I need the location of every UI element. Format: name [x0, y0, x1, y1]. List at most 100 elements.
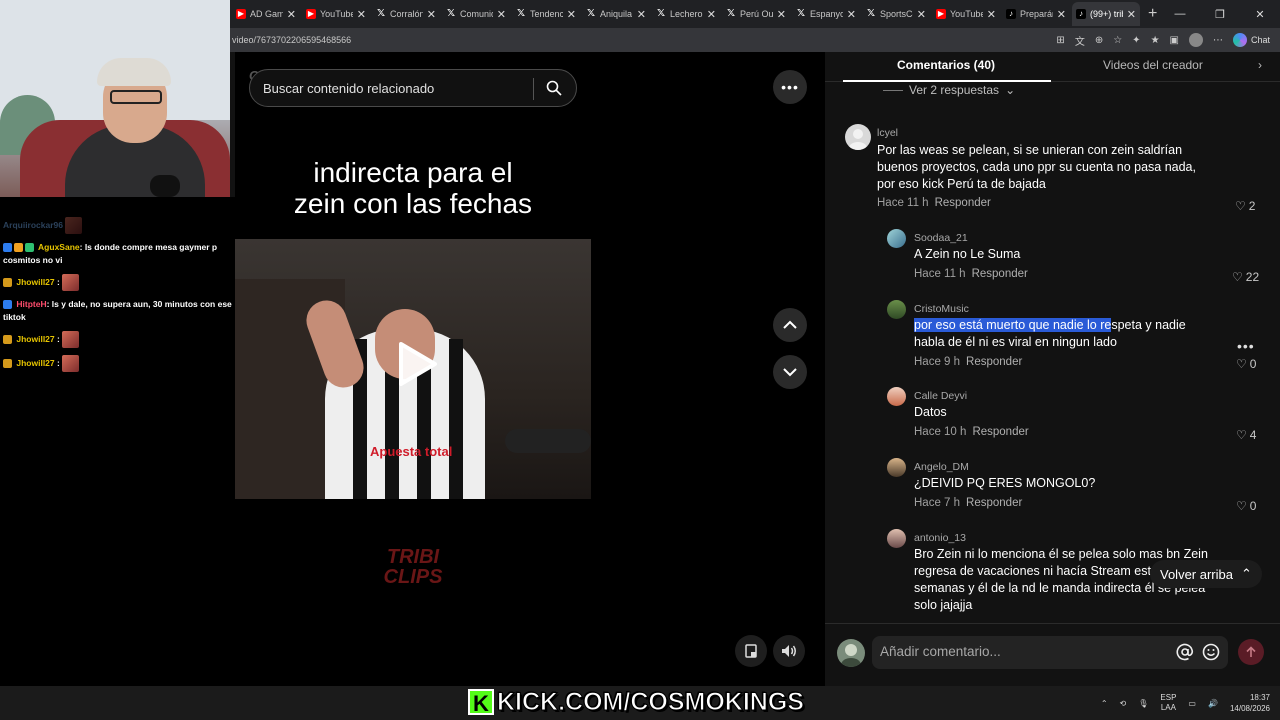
window-controls: — ❐ ✕	[1160, 0, 1280, 28]
close-icon[interactable]: ✕	[987, 8, 996, 21]
badge-icon	[3, 300, 12, 310]
comment-username[interactable]: Calle Deyvi	[914, 390, 967, 402]
browser-tab[interactable]: 𝕏 Perú Out ✕	[722, 2, 790, 26]
close-icon[interactable]: ✕	[357, 8, 366, 21]
comment-input[interactable]: Añadir comentario...	[872, 636, 1228, 669]
comment-username[interactable]: CristoMusic	[914, 303, 969, 315]
close-icon[interactable]: ✕	[847, 8, 856, 21]
close-icon[interactable]: ✕	[707, 8, 716, 21]
install-app-icon[interactable]: ⊞	[1056, 35, 1064, 46]
comment-username[interactable]: Soodaa_21	[914, 232, 968, 244]
tribi-clips-watermark: TRIBI CLIPS	[383, 546, 443, 588]
close-icon[interactable]: ✕	[287, 8, 296, 21]
x-icon: 𝕏	[796, 8, 806, 19]
close-icon[interactable]: ✕	[427, 8, 436, 21]
avatar[interactable]	[845, 124, 871, 150]
avatar[interactable]	[887, 387, 906, 406]
send-comment-button[interactable]	[1238, 639, 1264, 665]
like-button[interactable]: ♡ 4	[1236, 428, 1256, 442]
avatar[interactable]	[887, 229, 906, 248]
translate-icon[interactable]: 文	[1075, 33, 1085, 48]
clock[interactable]: 18:37 14/08/2026	[1230, 692, 1270, 714]
back-to-top-button[interactable]: Volver arriba ⌃	[1150, 560, 1262, 588]
search-icon[interactable]	[546, 80, 562, 96]
close-icon[interactable]: ✕	[497, 8, 506, 21]
chevron-up-icon[interactable]: ⌃	[1101, 699, 1108, 708]
restore-icon[interactable]: ❐	[1200, 8, 1240, 21]
mention-icon[interactable]	[1176, 643, 1194, 661]
browser-tab[interactable]: 𝕏 Espanyo ✕	[792, 2, 860, 26]
browser-tab[interactable]: ▶ YouTube ✕	[932, 2, 1000, 26]
comment-username[interactable]: Angelo_DM	[914, 461, 969, 473]
comment-username[interactable]: antonio_13	[914, 532, 966, 544]
address-bar[interactable]: video/7673702206595468566 ⊞ 文 ⊕ ☆ ✦ ★ ▣ …	[230, 28, 1280, 52]
comment-username[interactable]: lcyel	[877, 127, 898, 139]
bookmark-star-icon[interactable]: ☆	[1113, 35, 1122, 46]
reply-button[interactable]: Responder	[972, 268, 1028, 280]
browser-tab[interactable]: ▶ AD Gam ✕	[232, 2, 300, 26]
browser-tab[interactable]: 𝕏 Tendenc ✕	[512, 2, 580, 26]
copilot-chat-button[interactable]: Chat	[1232, 33, 1270, 47]
display-icon[interactable]: ▭	[1188, 699, 1196, 708]
close-window-icon[interactable]: ✕	[1240, 8, 1280, 21]
video-player[interactable]: CapCut Buscar contenido relacionado indi…	[235, 52, 591, 686]
next-video-button[interactable]	[773, 355, 807, 389]
new-tab-button[interactable]: +	[1148, 5, 1157, 23]
close-icon[interactable]: ✕	[1057, 8, 1066, 21]
collections-icon[interactable]: ▣	[1170, 35, 1179, 46]
heart-icon: ♡	[1236, 357, 1247, 371]
reply-button[interactable]: Responder	[972, 426, 1028, 438]
youtube-icon: ▶	[236, 9, 246, 19]
like-button[interactable]: ♡ 22	[1232, 270, 1259, 284]
avatar[interactable]	[887, 529, 906, 548]
browser-tab[interactable]: 𝕏 Aniquila ✕	[582, 2, 650, 26]
previous-video-button[interactable]	[773, 308, 807, 342]
view-replies-link[interactable]: Ver 2 respuestas ⌄	[883, 83, 1015, 97]
url-text[interactable]: video/7673702206595468566	[230, 35, 351, 45]
browser-tab[interactable]: 𝕏 Lechero ✕	[652, 2, 720, 26]
close-icon[interactable]: ✕	[777, 8, 786, 21]
emoji-icon[interactable]	[1202, 643, 1220, 661]
browser-tab[interactable]: 𝕏SportsCe✕	[862, 2, 930, 26]
play-icon[interactable]	[395, 340, 439, 388]
close-icon[interactable]: ✕	[917, 8, 926, 21]
more-options-button[interactable]: •••	[773, 70, 807, 104]
close-icon[interactable]: ✕	[567, 8, 576, 21]
browser-tab[interactable]: ▶ YouTube ✕	[302, 2, 370, 26]
like-button[interactable]: ♡ 0	[1236, 499, 1256, 513]
tab-creator-videos[interactable]: Videos del creador	[1103, 58, 1203, 72]
volume-button[interactable]	[773, 635, 805, 667]
x-icon: 𝕏	[586, 8, 596, 19]
more-options-icon[interactable]: •••	[1237, 338, 1255, 354]
floating-player-button[interactable]	[735, 635, 767, 667]
reply-button[interactable]: Responder	[966, 497, 1022, 509]
volume-icon[interactable]: 🔊	[1208, 699, 1218, 708]
microphone-icon[interactable]: 🎙	[1138, 699, 1148, 708]
minimize-icon[interactable]: —	[1160, 8, 1200, 20]
like-button[interactable]: ♡ 0	[1236, 357, 1256, 371]
reply-button[interactable]: Responder	[966, 356, 1022, 368]
close-icon[interactable]: ✕	[1127, 8, 1136, 21]
browser-tab[interactable]: ♪Preparán✕	[1002, 2, 1070, 26]
chat-message: Jhowill27 :	[3, 274, 232, 291]
profile-avatar[interactable]	[1188, 33, 1203, 47]
network-icon[interactable]: ⟲	[1120, 699, 1127, 708]
zoom-icon[interactable]: ⊕	[1095, 35, 1103, 46]
browser-tab-active[interactable]: ♪ (99+) trib ✕	[1072, 2, 1140, 26]
close-icon[interactable]: ✕	[637, 8, 646, 21]
tab-comments[interactable]: Comentarios (40)	[897, 58, 995, 72]
chevron-right-icon[interactable]: ›	[1258, 58, 1262, 72]
favorites-icon[interactable]: ★	[1151, 35, 1160, 46]
chat-message: HitpteH: ls y dale, no supera aun, 30 mi…	[3, 299, 232, 322]
reply-button[interactable]: Responder	[935, 197, 991, 209]
browser-tab[interactable]: 𝕏 Comunid ✕	[442, 2, 510, 26]
related-search-input[interactable]: Buscar contenido relacionado	[249, 69, 577, 107]
extension-icon[interactable]: ✦	[1132, 35, 1140, 46]
like-button[interactable]: ♡ 2	[1235, 199, 1255, 213]
input-language[interactable]: ESP LAA	[1160, 693, 1176, 713]
badge-icon	[3, 243, 12, 253]
menu-dots-icon[interactable]: ⋯	[1213, 35, 1223, 46]
browser-tab[interactable]: 𝕏 Corralón ✕	[372, 2, 440, 26]
avatar[interactable]	[887, 458, 906, 477]
avatar[interactable]	[887, 300, 906, 319]
